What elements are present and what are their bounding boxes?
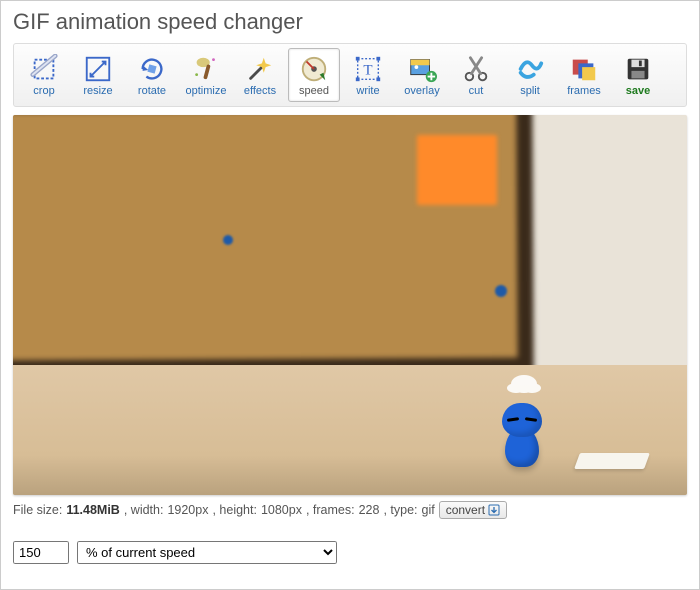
download-icon	[488, 504, 500, 516]
tool-overlay[interactable]: overlay	[396, 48, 448, 102]
save-icon	[623, 54, 653, 84]
optimize-icon	[191, 54, 221, 84]
svg-text:T: T	[363, 63, 372, 79]
tool-rotate-label: rotate	[138, 85, 166, 97]
tool-optimize-label: optimize	[186, 85, 227, 97]
speed-icon	[299, 54, 329, 84]
rotate-icon	[137, 54, 167, 84]
file-size-label: File size:	[13, 503, 62, 517]
tool-cut[interactable]: cut	[450, 48, 502, 102]
tool-save[interactable]: save	[612, 48, 664, 102]
file-height-label: , height:	[212, 503, 256, 517]
cut-icon	[461, 54, 491, 84]
page-title: GIF animation speed changer	[13, 9, 687, 35]
tool-speed[interactable]: speed	[288, 48, 340, 102]
speed-controls: % of current speed	[13, 541, 687, 564]
tool-write[interactable]: T write	[342, 48, 394, 102]
tool-save-label: save	[626, 85, 650, 97]
write-icon: T	[353, 54, 383, 84]
speed-input[interactable]	[13, 541, 69, 564]
tool-effects[interactable]: effects	[234, 48, 286, 102]
tool-split[interactable]: split	[504, 48, 556, 102]
tool-write-label: write	[356, 85, 379, 97]
toolbar: crop resize rotate optimize effects spee…	[13, 43, 687, 107]
file-type-value: gif	[422, 503, 435, 517]
tool-cut-label: cut	[469, 85, 484, 97]
file-width-value: 1920px	[167, 503, 208, 517]
tool-split-label: split	[520, 85, 540, 97]
file-size-value: 11.48MiB	[66, 503, 120, 517]
resize-icon	[83, 54, 113, 84]
image-preview	[13, 115, 687, 495]
crop-icon	[29, 54, 59, 84]
tool-frames[interactable]: frames	[558, 48, 610, 102]
file-frames-label: , frames:	[306, 503, 355, 517]
tool-overlay-label: overlay	[404, 85, 439, 97]
speed-unit-select[interactable]: % of current speed	[77, 541, 337, 564]
convert-button[interactable]: convert	[439, 501, 507, 519]
file-info: File size: 11.48MiB , width: 1920px , he…	[13, 501, 687, 519]
file-type-label: , type:	[383, 503, 417, 517]
tool-crop-label: crop	[33, 85, 54, 97]
file-height-value: 1080px	[261, 503, 302, 517]
tool-effects-label: effects	[244, 85, 276, 97]
tool-resize[interactable]: resize	[72, 48, 124, 102]
split-icon	[515, 54, 545, 84]
overlay-icon	[407, 54, 437, 84]
tool-optimize[interactable]: optimize	[180, 48, 232, 102]
tool-speed-label: speed	[299, 85, 329, 97]
file-frames-value: 228	[359, 503, 380, 517]
tool-frames-label: frames	[567, 85, 601, 97]
tool-resize-label: resize	[83, 85, 112, 97]
convert-button-label: convert	[446, 503, 485, 517]
tool-rotate[interactable]: rotate	[126, 48, 178, 102]
effects-icon	[245, 54, 275, 84]
frames-icon	[569, 54, 599, 84]
tool-crop[interactable]: crop	[18, 48, 70, 102]
file-width-label: , width:	[124, 503, 164, 517]
